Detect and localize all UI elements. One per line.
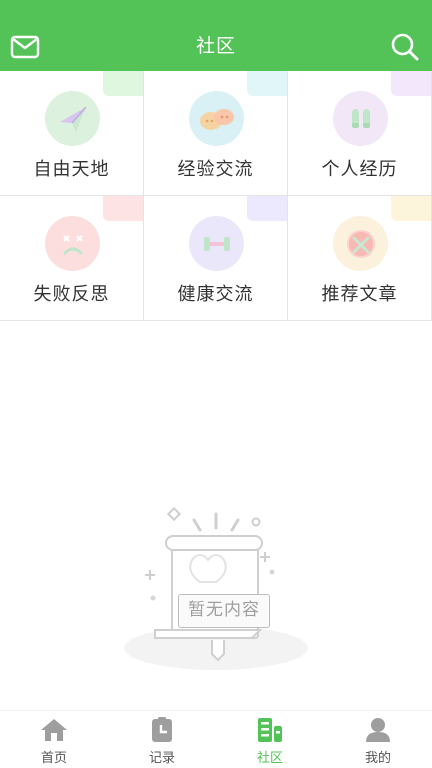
corner-decoration <box>247 196 287 221</box>
tab-label: 记录 <box>148 751 175 766</box>
corner-decoration <box>391 196 431 221</box>
book-icon <box>333 216 388 271</box>
paper-plane-icon <box>45 91 100 146</box>
page-title: 社区 <box>195 35 236 57</box>
category-label: 推荐文章 <box>321 284 398 305</box>
tab-label: 首页 <box>40 751 67 766</box>
category-free-space[interactable]: 自由天地 <box>0 71 144 196</box>
record-icon <box>152 717 172 742</box>
category-label: 经验交流 <box>177 159 254 180</box>
empty-scroll-icon <box>124 506 308 670</box>
category-label: 个人经历 <box>321 159 398 180</box>
search-icon[interactable] <box>390 32 420 62</box>
category-label: 自由天地 <box>33 159 110 180</box>
category-label: 健康交流 <box>177 284 254 305</box>
app-header: 社区 <box>0 0 432 71</box>
tab-community[interactable]: 社区 <box>216 711 324 768</box>
tab-label: 社区 <box>256 751 283 766</box>
tab-label: 我的 <box>364 751 391 766</box>
category-experience[interactable]: 经验交流 <box>143 71 288 196</box>
home-icon <box>41 719 67 741</box>
tab-record[interactable]: 记录 <box>108 711 216 768</box>
community-icon <box>258 718 282 742</box>
category-personal[interactable]: 个人经历 <box>287 71 432 196</box>
category-failure[interactable]: 失败反思 <box>0 196 144 321</box>
empty-state: 暂无内容 <box>120 500 320 680</box>
chat-bubbles-icon <box>189 91 244 146</box>
footprints-icon <box>333 91 388 146</box>
bottom-tab-bar: 首页 记录 社区 我的 <box>0 710 432 768</box>
category-health[interactable]: 健康交流 <box>143 196 288 321</box>
category-articles[interactable]: 推荐文章 <box>287 196 432 321</box>
profile-icon <box>366 718 390 742</box>
empty-state-text: 暂无内容 <box>178 594 270 628</box>
corner-decoration <box>391 71 431 96</box>
category-grid: 自由天地 经验交流 个人经历 失败反思 健康交流 推荐文章 <box>0 71 432 321</box>
corner-decoration <box>247 71 287 96</box>
category-label: 失败反思 <box>33 284 110 305</box>
tab-profile[interactable]: 我的 <box>324 711 432 768</box>
dumbbell-icon <box>189 216 244 271</box>
sad-face-icon <box>45 216 100 271</box>
corner-decoration <box>103 196 143 221</box>
corner-decoration <box>103 71 143 96</box>
tab-home[interactable]: 首页 <box>0 711 108 768</box>
